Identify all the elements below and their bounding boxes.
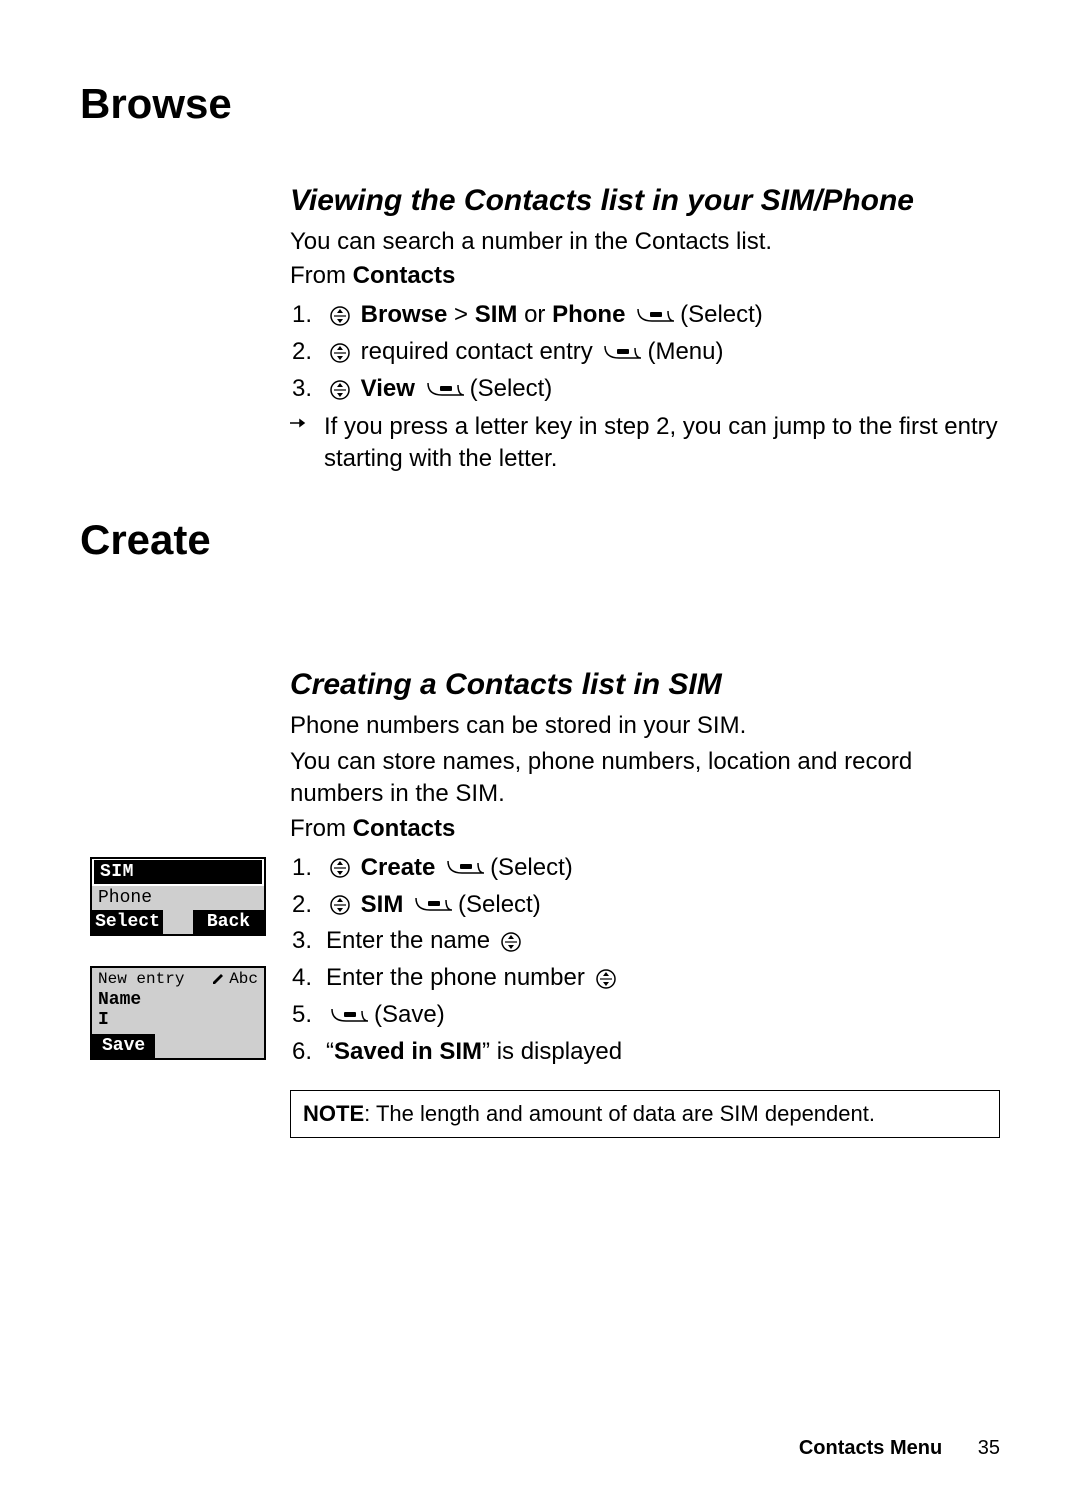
phone-screen-new-entry: New entry Abc Name I Save: [90, 966, 266, 1060]
step-item: 1. Create (Select): [292, 851, 1000, 886]
screen2-mode: Abc: [211, 970, 258, 988]
intro-text: You can search a number in the Contacts …: [290, 226, 1000, 258]
nav-key-icon: [330, 858, 350, 878]
pencil-icon: [211, 972, 225, 986]
screen1-softkey-back: Back: [193, 910, 264, 934]
nav-key-icon: [330, 895, 350, 915]
intro-text-2b: You can store names, phone numbers, loca…: [290, 746, 1000, 811]
nav-key-icon: [596, 969, 616, 989]
nav-key-icon: [330, 380, 350, 400]
softkey-icon: [330, 1007, 370, 1025]
screen1-softkey-select: Select: [92, 910, 163, 934]
screen1-row-sim: SIM: [92, 859, 264, 886]
steps-list-2: 1. Create (Select)2. SIM (Select)3.Enter…: [292, 851, 1000, 1070]
screen2-name-label: Name: [92, 990, 264, 1010]
screen1-row-phone: Phone: [92, 886, 264, 910]
step-item: 3. View (Select): [292, 372, 1000, 407]
subheading-viewing: Viewing the Contacts list in your SIM/Ph…: [290, 184, 1000, 218]
step-item: 2. SIM (Select): [292, 888, 1000, 923]
nav-key-icon: [330, 343, 350, 363]
footer-label: Contacts Menu: [799, 1437, 942, 1459]
softkey-icon: [603, 344, 643, 362]
phone-screen-sim-select: SIM Phone Select Back: [90, 857, 266, 936]
from-contacts-line-2: From Contacts: [290, 815, 1000, 843]
section-title-browse: Browse: [80, 80, 1000, 128]
intro-text-2a: Phone numbers can be stored in your SIM.: [290, 710, 1000, 742]
screen2-softkey-save: Save: [92, 1034, 155, 1058]
softkey-icon: [426, 381, 466, 399]
screen2-cursor: I: [92, 1010, 264, 1034]
nav-key-icon: [330, 306, 350, 326]
subheading-creating: Creating a Contacts list in SIM: [290, 668, 1000, 702]
screen2-title: New entry: [98, 970, 184, 988]
nav-key-icon: [501, 932, 521, 952]
step-item: 3.Enter the name: [292, 924, 1000, 959]
section-title-create: Create: [80, 516, 1000, 564]
footer-page-number: 35: [978, 1437, 1000, 1459]
from-contacts-line: From Contacts: [290, 262, 1000, 290]
step-item: 4.Enter the phone number: [292, 961, 1000, 996]
steps-list-1: 1. Browse > SIM or Phone (Select)2. requ…: [292, 298, 1000, 406]
step-item: 2. required contact entry (Menu): [292, 335, 1000, 370]
note-text: : The length and amount of data are SIM …: [364, 1101, 875, 1126]
softkey-icon: [446, 859, 486, 877]
note-label: NOTE: [303, 1101, 364, 1126]
step-item: 1. Browse > SIM or Phone (Select): [292, 298, 1000, 333]
note-box: NOTE: The length and amount of data are …: [290, 1090, 1000, 1138]
tip-arrow-icon: [290, 411, 324, 429]
tip-row: If you press a letter key in step 2, you…: [290, 411, 1000, 476]
step-item: 5.(Save): [292, 998, 1000, 1033]
softkey-icon: [636, 307, 676, 325]
step-item: 6.“Saved in SIM” is displayed: [292, 1035, 1000, 1070]
page-footer: Contacts Menu 35: [799, 1437, 1000, 1460]
softkey-icon: [414, 896, 454, 914]
